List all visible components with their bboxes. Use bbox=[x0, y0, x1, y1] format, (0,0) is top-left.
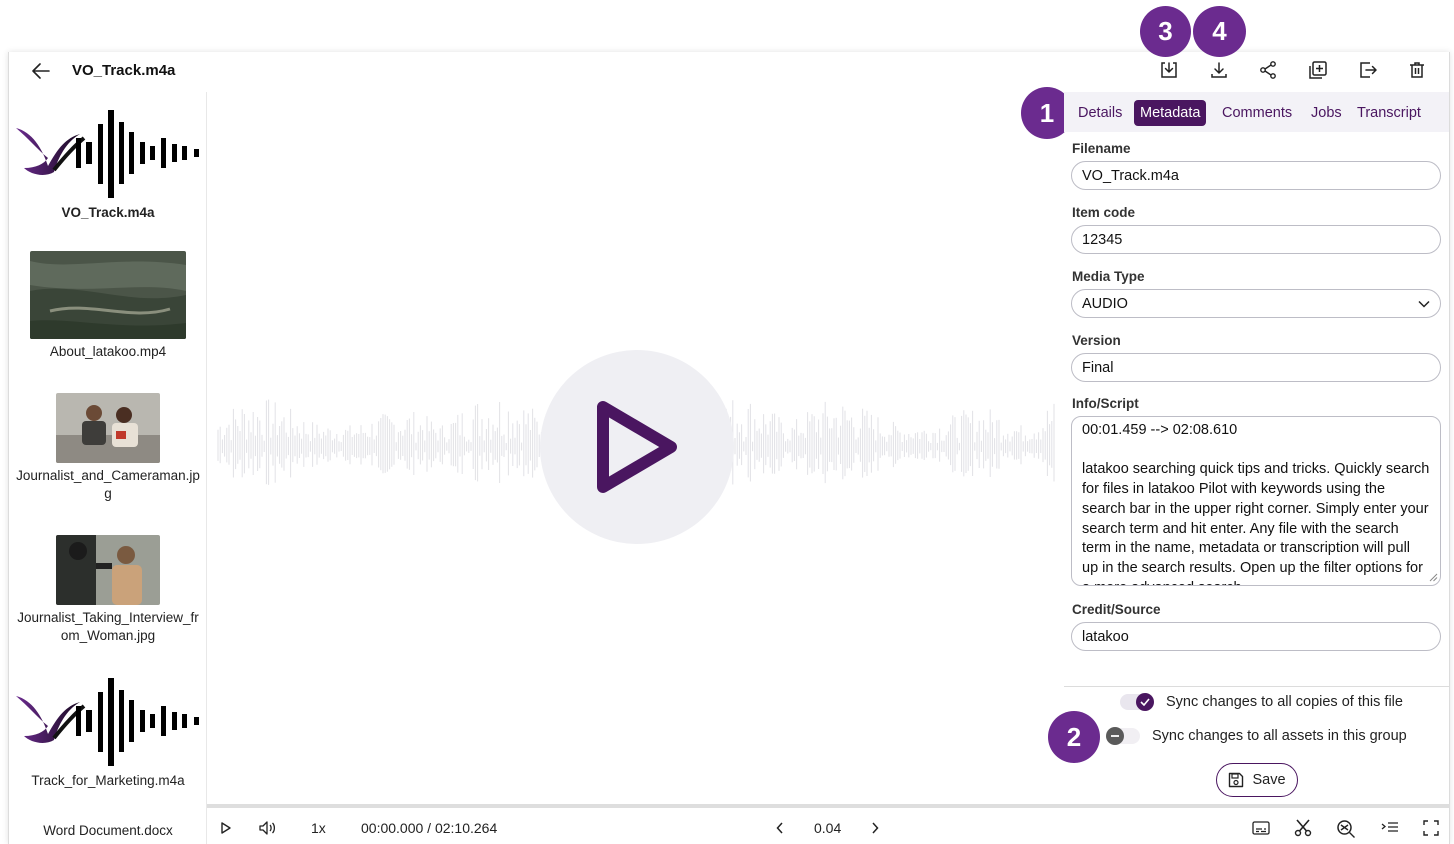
list-indent-icon bbox=[1381, 822, 1398, 832]
tab-transcript[interactable]: Transcript bbox=[1351, 100, 1427, 126]
asset-item[interactable]: Track_for_Marketing.m4a bbox=[9, 676, 207, 790]
tab-details[interactable]: Details bbox=[1072, 100, 1128, 126]
sync-copies-toggle[interactable] bbox=[1120, 693, 1154, 711]
delete-button[interactable] bbox=[1405, 58, 1429, 82]
download-button[interactable] bbox=[1207, 58, 1231, 82]
info-script-label: Info/Script bbox=[1072, 396, 1139, 411]
resize-handle-icon[interactable] bbox=[1428, 572, 1438, 582]
asset-item[interactable]: Journalist_and_Cameraman.jp g bbox=[9, 393, 207, 503]
minus-icon bbox=[1106, 727, 1124, 745]
playback-speed-button[interactable]: 1x bbox=[311, 818, 326, 838]
asset-name: Journalist_Taking_Interview_fr bbox=[17, 610, 199, 625]
info-script-textarea[interactable]: 00:01.459 --> 02:08.610 latakoo searchin… bbox=[1071, 416, 1441, 586]
divider bbox=[1064, 686, 1449, 687]
credit-source-input[interactable]: latakoo bbox=[1071, 622, 1441, 651]
image-thumbnail bbox=[56, 393, 160, 463]
chapters-button[interactable] bbox=[1380, 818, 1400, 838]
download-icon bbox=[1211, 62, 1227, 78]
toolbar bbox=[0, 58, 1454, 84]
captions-icon bbox=[1252, 821, 1270, 835]
asset-name: Word Document.docx bbox=[43, 823, 173, 838]
item-code-input[interactable]: 12345 bbox=[1071, 225, 1441, 254]
sync-group-toggle[interactable] bbox=[1106, 727, 1140, 745]
check-icon bbox=[1136, 693, 1154, 711]
asset-name: Journalist_and_Cameraman.jp bbox=[16, 468, 200, 483]
volume-button[interactable] bbox=[257, 818, 277, 838]
asset-name-cont: om_Woman.jpg bbox=[60, 628, 156, 643]
share-icon bbox=[1260, 61, 1276, 79]
asset-sidebar: VO_Track.m4a About_latakoo.mp4 Journalis… bbox=[9, 92, 207, 844]
item-code-label: Item code bbox=[1072, 205, 1136, 220]
sync-copies-label: Sync changes to all copies of this file bbox=[1166, 694, 1403, 710]
sync-group-row: Sync changes to all assets in this group bbox=[1106, 727, 1407, 745]
asset-name: Track_for_Marketing.m4a bbox=[31, 773, 185, 788]
audio-waveform-logo-icon bbox=[16, 110, 199, 198]
captions-button[interactable] bbox=[1251, 818, 1271, 838]
asset-item[interactable]: Journalist_Taking_Interview_fr om_Woman.… bbox=[9, 535, 207, 645]
asset-item[interactable]: Word Document.docx bbox=[9, 822, 207, 840]
audio-waveform-logo-icon bbox=[16, 678, 199, 766]
fullscreen-icon bbox=[1423, 820, 1439, 836]
zoom-icon bbox=[1337, 820, 1355, 838]
export-icon bbox=[1360, 62, 1377, 78]
asset-name-cont: g bbox=[104, 486, 112, 501]
callout-badge-4: 4 bbox=[1193, 6, 1246, 57]
add-copy-icon bbox=[1309, 61, 1327, 79]
filename-input[interactable]: VO_Track.m4a bbox=[1071, 161, 1441, 190]
asset-name: About_latakoo.mp4 bbox=[49, 344, 167, 359]
floppy-disk-icon bbox=[1229, 772, 1244, 788]
play-button[interactable] bbox=[219, 818, 233, 838]
scissors-icon bbox=[1294, 819, 1312, 837]
time-display: 00:00.000 / 02:10.264 bbox=[361, 820, 498, 836]
share-button[interactable] bbox=[1256, 58, 1280, 82]
asset-name: VO_Track.m4a bbox=[61, 205, 155, 220]
play-small-icon bbox=[221, 822, 231, 834]
media-type-select[interactable]: AUDIO bbox=[1071, 289, 1441, 318]
video-thumbnail bbox=[30, 251, 186, 339]
media-type-label: Media Type bbox=[1072, 269, 1145, 284]
frame-forward-button[interactable] bbox=[868, 818, 882, 838]
credit-source-label: Credit/Source bbox=[1072, 602, 1161, 617]
zoom-button[interactable] bbox=[1335, 818, 1357, 840]
info-tabs: Details Metadata Comments Jobs Transcrip… bbox=[1064, 92, 1449, 132]
version-input[interactable]: Final bbox=[1071, 353, 1441, 382]
sync-copies-row: Sync changes to all copies of this file bbox=[1120, 693, 1403, 711]
sync-group-label: Sync changes to all assets in this group bbox=[1152, 728, 1407, 744]
version-label: Version bbox=[1072, 333, 1121, 348]
timeline-progress-bar[interactable] bbox=[207, 804, 1450, 808]
asset-item[interactable]: VO_Track.m4a bbox=[9, 108, 207, 222]
image-thumbnail bbox=[56, 535, 160, 605]
tab-metadata[interactable]: Metadata bbox=[1134, 100, 1207, 126]
chevron-right-icon bbox=[872, 822, 879, 834]
callout-badge-3: 3 bbox=[1140, 6, 1191, 57]
play-icon bbox=[597, 401, 677, 493]
download-original-button[interactable] bbox=[1157, 58, 1181, 82]
duplicate-button[interactable] bbox=[1306, 58, 1330, 82]
trash-icon bbox=[1410, 62, 1424, 78]
clip-button[interactable] bbox=[1293, 818, 1313, 838]
save-label: Save bbox=[1252, 772, 1286, 788]
media-player bbox=[208, 92, 1063, 804]
chevron-left-icon bbox=[776, 822, 783, 834]
move-button[interactable] bbox=[1356, 58, 1380, 82]
save-button[interactable]: Save bbox=[1216, 763, 1298, 797]
fullscreen-button[interactable] bbox=[1421, 818, 1441, 838]
chevron-down-icon bbox=[1418, 300, 1430, 308]
frame-back-button[interactable] bbox=[773, 818, 787, 838]
filename-label: Filename bbox=[1072, 141, 1131, 156]
frame-step-value: 0.04 bbox=[814, 820, 842, 836]
media-type-value: AUDIO bbox=[1082, 295, 1128, 312]
tab-jobs[interactable]: Jobs bbox=[1305, 100, 1348, 126]
volume-icon bbox=[259, 821, 276, 835]
download-box-icon bbox=[1161, 62, 1177, 78]
big-play-button[interactable] bbox=[540, 350, 734, 544]
tab-comments[interactable]: Comments bbox=[1216, 100, 1298, 126]
player-controls: 1x 00:00.000 / 02:10.264 0.04 bbox=[207, 812, 1450, 844]
asset-item[interactable]: About_latakoo.mp4 bbox=[9, 251, 207, 361]
